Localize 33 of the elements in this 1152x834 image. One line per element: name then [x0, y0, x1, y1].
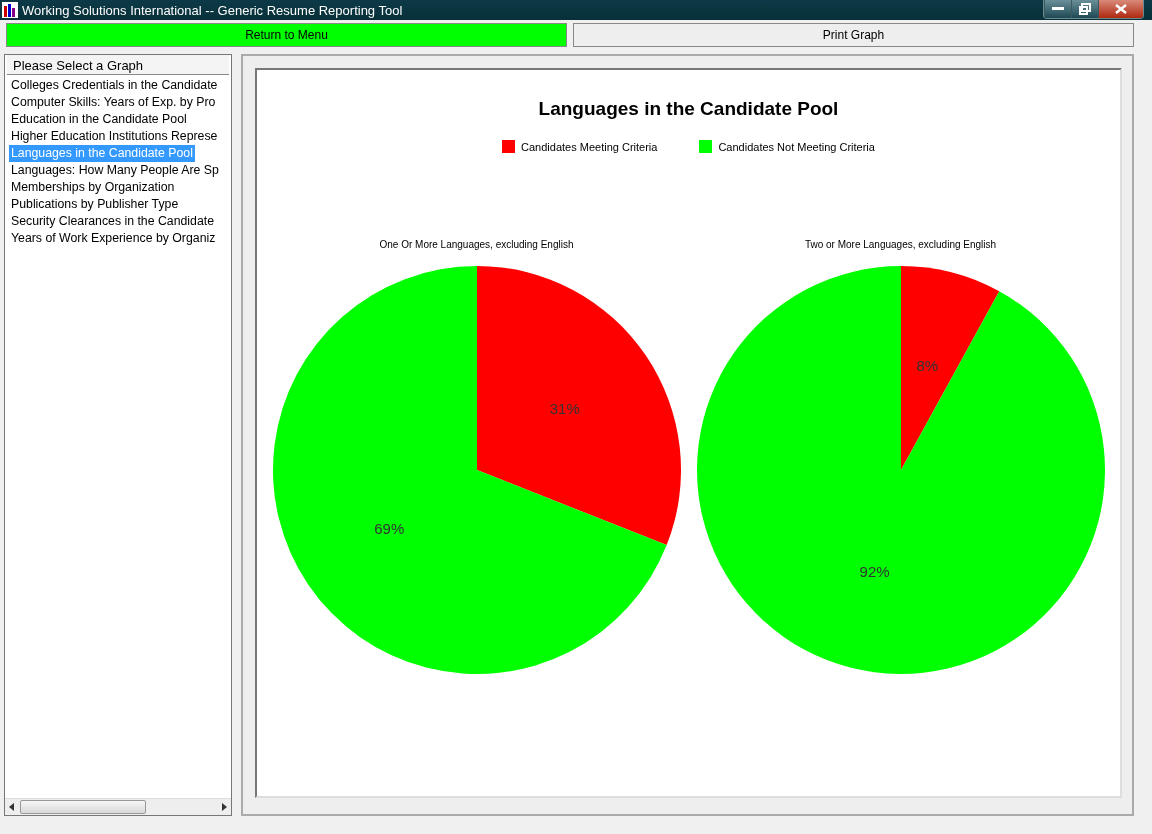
print-button[interactable]: Print Graph [573, 23, 1134, 47]
horizontal-scrollbar[interactable] [5, 798, 231, 815]
list-item[interactable]: Memberships by Organization [9, 179, 177, 196]
list-item[interactable]: Languages: How Many People Are Sp [9, 162, 221, 179]
slice-label: 8% [916, 357, 938, 375]
legend-label: Candidates Not Meeting Criteria [718, 140, 875, 153]
list-item[interactable]: Publications by Publisher Type [9, 196, 181, 213]
list-item[interactable]: Education in the Candidate Pool [9, 111, 189, 128]
left-arrow-icon[interactable] [9, 803, 14, 811]
slice-label: 31% [549, 400, 580, 418]
list-item[interactable]: Computer Skills: Years of Exp. by Pro [9, 94, 218, 111]
return-button[interactable]: Return to Menu [6, 23, 567, 47]
list-item[interactable]: Years of Work Experience by Organiz [9, 230, 218, 247]
maximize-button[interactable] [1071, 0, 1098, 18]
pie-title: Two or More Languages, excluding English [804, 239, 997, 250]
pie-title: One Or More Languages, excluding English [379, 239, 574, 250]
chart-title: Languages in the Candidate Pool [538, 98, 839, 120]
scroll-thumb[interactable] [20, 800, 146, 814]
list-item[interactable]: Colleges Credentials in the Candidate [9, 77, 220, 94]
close-icon [1115, 4, 1127, 14]
restore-icon [1079, 3, 1091, 15]
close-button[interactable] [1098, 0, 1143, 18]
list-header: Please Select a Graph [7, 55, 229, 75]
list-item[interactable]: Higher Education Institutions Represe [9, 128, 220, 145]
slice-label: 92% [859, 562, 890, 580]
legend-label: Candidates Meeting Criteria [521, 140, 658, 153]
slice-label: 69% [373, 519, 404, 537]
minimize-button[interactable] [1044, 0, 1071, 18]
right-arrow-icon[interactable] [222, 803, 227, 811]
list-item[interactable]: Security Clearances in the Candidate [9, 213, 216, 230]
minimize-icon [1052, 7, 1064, 11]
app-icon [2, 2, 18, 18]
window-title: Working Solutions International -- Generic Resume Reporting Tool [22, 2, 404, 18]
